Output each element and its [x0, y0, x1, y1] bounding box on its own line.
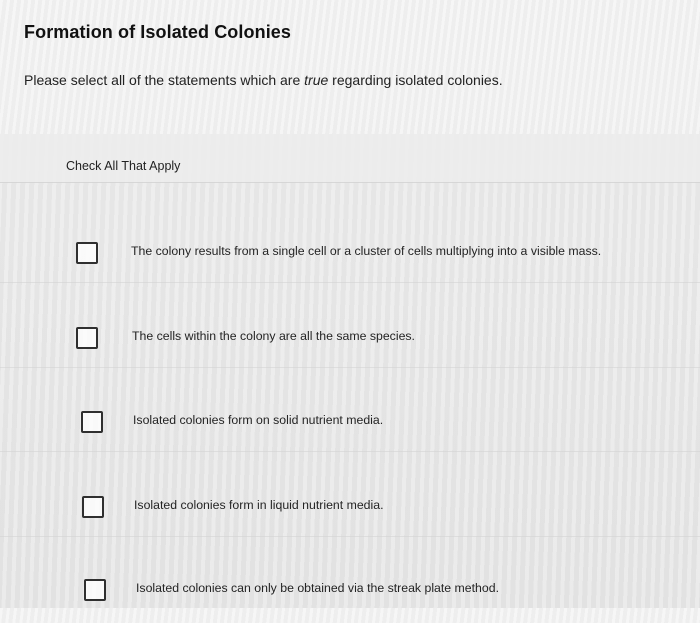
prompt-emphasis: true: [304, 72, 329, 88]
answer-label-5: Isolated colonies can only be obtained v…: [136, 581, 499, 595]
question-title: Formation of Isolated Colonies: [24, 22, 292, 42]
option-divider: [0, 536, 700, 537]
check-all-panel: Check All That Apply The colony results …: [0, 134, 700, 608]
answer-label-3: Isolated colonies form on solid nutrient…: [133, 413, 384, 427]
option-divider: [0, 367, 700, 368]
question-prompt: Please select all of the statements whic…: [24, 72, 503, 88]
answer-label-1: The colony results from a single cell or…: [131, 244, 602, 258]
question-page: Formation of Isolated Colonies Please se…: [0, 0, 700, 608]
check-all-header: Check All That Apply: [0, 134, 700, 183]
answer-option-3[interactable]: Isolated colonies form on solid nutrient…: [0, 399, 700, 455]
answer-checkbox-2[interactable]: [76, 327, 98, 349]
prompt-text-start: Please select all of the statements whic…: [24, 72, 305, 88]
answer-label-4: Isolated colonies form in liquid nutrien…: [134, 498, 384, 512]
answer-checkbox-1[interactable]: [76, 242, 98, 264]
option-divider: [0, 282, 700, 283]
option-divider: [0, 451, 700, 452]
answer-checkbox-4[interactable]: [82, 496, 104, 518]
answer-checkbox-3[interactable]: [81, 411, 103, 433]
prompt-text-end: regarding isolated colonies.: [328, 72, 503, 88]
check-all-label: Check All That Apply: [66, 159, 181, 173]
answer-label-2: The cells within the colony are all the …: [132, 329, 415, 343]
answer-option-5[interactable]: Isolated colonies can only be obtained v…: [0, 567, 700, 623]
answer-checkbox-5[interactable]: [84, 579, 106, 601]
answer-option-1[interactable]: The colony results from a single cell or…: [0, 230, 700, 286]
answer-option-2[interactable]: The cells within the colony are all the …: [0, 315, 700, 371]
answer-option-4[interactable]: Isolated colonies form in liquid nutrien…: [0, 484, 700, 540]
